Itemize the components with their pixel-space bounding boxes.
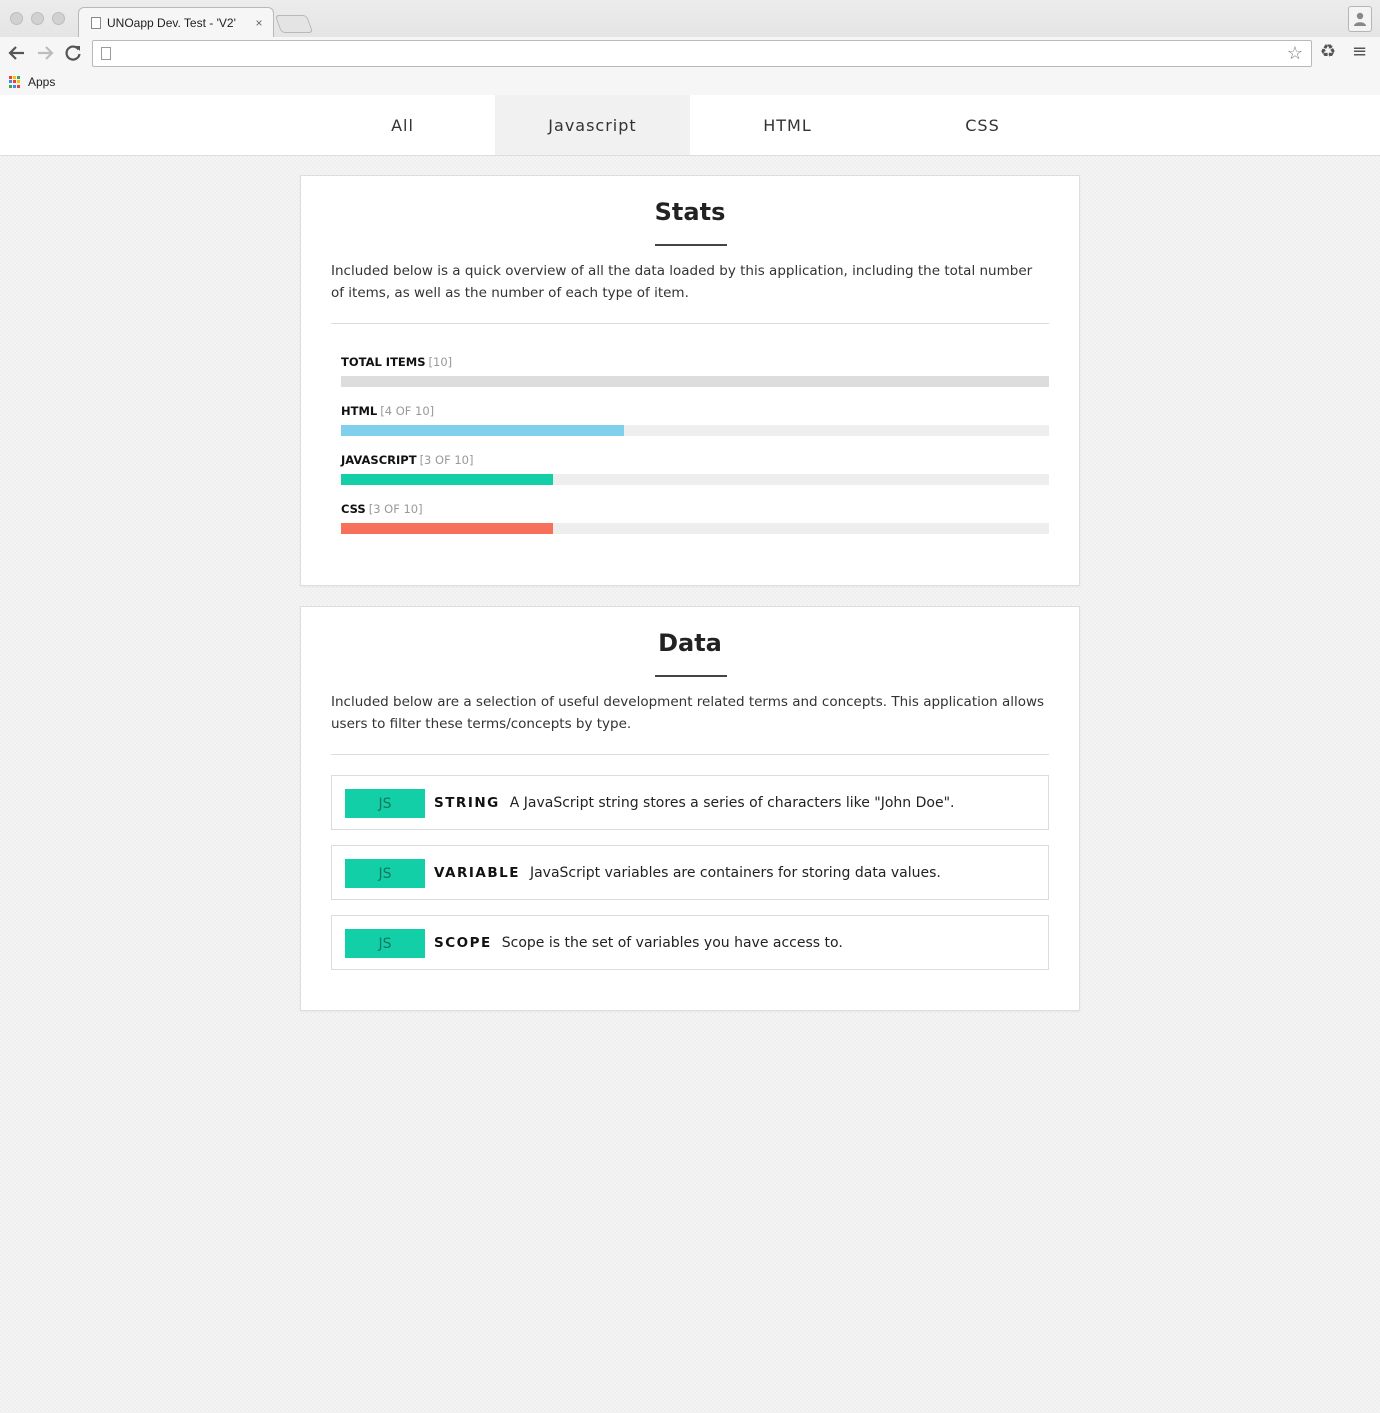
forward-arrow-icon xyxy=(38,46,54,60)
filter-tab-css[interactable]: CSS xyxy=(885,95,1080,155)
stat-count: [10] xyxy=(428,355,453,369)
term-content: STRING A JavaScript string stores a serie… xyxy=(434,776,954,829)
term-row: JS SCOPE Scope is the set of variables you… xyxy=(331,915,1049,970)
stat-row: HTML [4 OF 10] xyxy=(341,403,1049,436)
apps-grid-dot xyxy=(9,76,12,79)
bookmarks-bar: Apps xyxy=(0,69,1380,95)
stat-name: JAVASCRIPT xyxy=(341,453,417,467)
reload-button[interactable] xyxy=(62,41,84,65)
stat-count: [4 OF 10] xyxy=(380,404,435,418)
stat-label: CSS [3 OF 10] xyxy=(341,501,1049,517)
term-type-badge: JS xyxy=(345,789,425,818)
filter-tab-html[interactable]: HTML xyxy=(690,95,885,155)
stat-name: TOTAL ITEMS xyxy=(341,355,426,369)
stat-name: CSS xyxy=(341,502,366,516)
apps-grid-dot xyxy=(17,76,20,79)
bookmark-star-icon[interactable]: ☆ xyxy=(1287,43,1303,64)
data-description: Included below are a selection of useful… xyxy=(331,694,1045,732)
address-bar[interactable]: ☆ xyxy=(92,40,1312,67)
term-row: JS VARIABLE JavaScript variables are conta… xyxy=(331,845,1049,900)
stat-name: HTML xyxy=(341,404,378,418)
stat-row: CSS [3 OF 10] xyxy=(341,501,1049,534)
apps-grid-dot xyxy=(9,84,12,88)
term-type-badge: JS xyxy=(345,859,425,888)
reload-icon xyxy=(65,45,81,61)
term-content: VARIABLE JavaScript variables are contain… xyxy=(434,846,941,899)
term-description: A JavaScript string stores a series of c… xyxy=(509,794,955,811)
stat-label: HTML [4 OF 10] xyxy=(341,403,1049,419)
data-title-rule xyxy=(655,675,727,677)
term-description: JavaScript variables are containers for … xyxy=(529,864,941,881)
menu-icon[interactable]: ≡ xyxy=(1352,41,1367,62)
apps-grid-dot xyxy=(9,80,12,84)
stats-card: Stats Included below is a quick overview… xyxy=(300,175,1080,586)
window-controls xyxy=(10,12,65,25)
term-description: Scope is the set of variables you have a… xyxy=(501,934,843,951)
close-window-button[interactable] xyxy=(10,12,23,25)
person-icon xyxy=(1354,12,1366,26)
stat-bar-fill xyxy=(341,474,553,485)
stats-title: Stats xyxy=(654,198,726,226)
stat-bar-track xyxy=(341,376,1049,387)
stat-bar-track xyxy=(341,474,1049,485)
apps-grid-icon[interactable] xyxy=(9,76,21,88)
url-input[interactable] xyxy=(119,43,1287,64)
term-name: STRING xyxy=(434,794,500,811)
browser-toolbar: ☆ ♻ ≡ xyxy=(0,37,1380,69)
maximize-window-button[interactable] xyxy=(52,12,65,25)
stats-title-rule xyxy=(655,244,727,246)
new-tab-button[interactable] xyxy=(274,15,314,33)
back-arrow-icon xyxy=(8,46,24,60)
stats-divider xyxy=(331,323,1049,324)
back-button[interactable] xyxy=(6,41,28,65)
filter-nav: All Javascript HTML CSS xyxy=(0,95,1380,156)
stat-row: TOTAL ITEMS [10] xyxy=(341,354,1049,387)
document-icon xyxy=(91,16,101,29)
apps-grid-dot xyxy=(17,80,20,84)
stat-count: [3 OF 10] xyxy=(419,453,474,467)
data-title: Data xyxy=(658,629,722,657)
apps-grid-dot xyxy=(13,84,16,88)
stat-bar-fill xyxy=(341,376,1049,387)
browser-tab[interactable]: UNOapp Dev. Test - 'V2' × xyxy=(78,7,274,37)
apps-grid-dot xyxy=(13,80,16,84)
apps-bookmark[interactable]: Apps xyxy=(28,75,55,89)
data-divider xyxy=(331,754,1049,755)
stat-label: JAVASCRIPT [3 OF 10] xyxy=(341,452,1049,468)
profile-button[interactable] xyxy=(1348,6,1372,32)
term-content: SCOPE Scope is the set of variables you h… xyxy=(434,916,843,969)
minimize-window-button[interactable] xyxy=(31,12,44,25)
stat-label: TOTAL ITEMS [10] xyxy=(341,354,1049,370)
term-type-badge: JS xyxy=(345,929,425,958)
apps-grid-dot xyxy=(17,84,20,88)
term-row: JS STRING A JavaScript string stores a ser… xyxy=(331,775,1049,830)
stat-bar-track xyxy=(341,425,1049,436)
stat-row: JAVASCRIPT [3 OF 10] xyxy=(341,452,1049,485)
term-name: VARIABLE xyxy=(434,864,520,881)
stat-bar-fill xyxy=(341,425,624,436)
stat-bar-fill xyxy=(341,523,553,534)
page-icon xyxy=(101,47,111,60)
filter-tab-javascript[interactable]: Javascript xyxy=(495,95,690,155)
stat-bar-track xyxy=(341,523,1049,534)
forward-button[interactable] xyxy=(34,41,56,65)
stat-count: [3 OF 10] xyxy=(368,502,423,516)
data-card: Data Included below are a selection of u… xyxy=(300,606,1080,1011)
recycle-extension-icon[interactable]: ♻ xyxy=(1320,41,1336,62)
term-name: SCOPE xyxy=(434,934,492,951)
browser-chrome: UNOapp Dev. Test - 'V2' × ☆ ♻ ≡ Apps xyxy=(0,0,1380,95)
apps-grid-dot xyxy=(13,76,16,79)
stats-description: Included below is a quick overview of al… xyxy=(331,263,1033,301)
tab-title: UNOapp Dev. Test - 'V2' xyxy=(107,15,236,30)
filter-tab-all[interactable]: All xyxy=(305,95,500,155)
close-tab-icon[interactable]: × xyxy=(253,16,265,30)
